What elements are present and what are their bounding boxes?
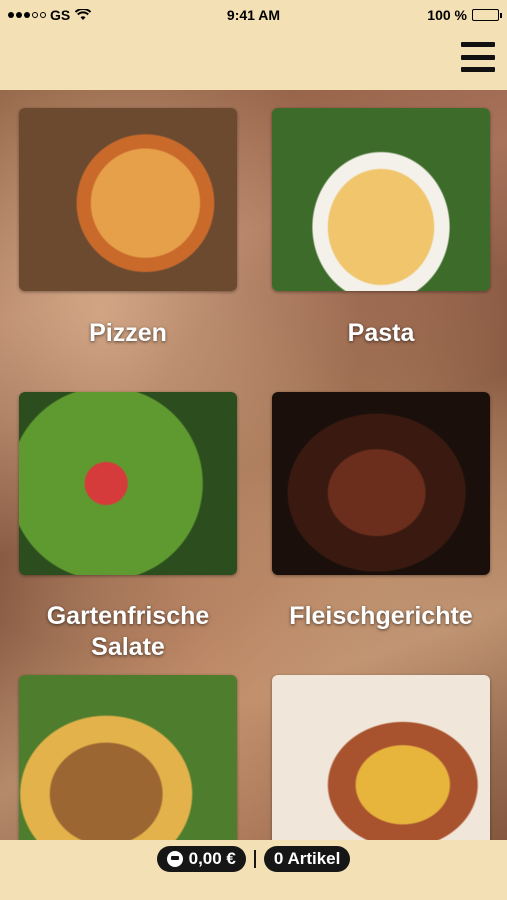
category-grid: Pizzen Pasta Gartenfrische Salate Fleisc… bbox=[0, 90, 507, 840]
category-label[interactable]: Pasta bbox=[272, 318, 490, 349]
category-tile-pasta[interactable]: Pasta bbox=[272, 108, 490, 349]
cart-total-button[interactable]: 0,00 € bbox=[156, 846, 246, 872]
status-bar: GS 9:41 AM 100 % bbox=[0, 0, 507, 30]
category-label[interactable]: Pizzen bbox=[19, 318, 237, 349]
category-tile-salate[interactable]: Gartenfrische Salate bbox=[19, 392, 237, 663]
pizza-photo[interactable] bbox=[19, 108, 237, 291]
category-tile-kebab[interactable] bbox=[19, 675, 237, 840]
status-right: 100 % bbox=[427, 7, 502, 23]
battery-percent: 100 % bbox=[427, 7, 467, 23]
divider bbox=[253, 850, 256, 868]
cart-bar: 0,00 € 0 Artikel bbox=[0, 840, 507, 900]
category-tile-fleischgerichte[interactable]: Fleischgerichte bbox=[272, 392, 490, 632]
tacos-photo[interactable] bbox=[272, 675, 490, 840]
battery-icon bbox=[472, 9, 502, 21]
category-tile-tacos[interactable] bbox=[272, 675, 490, 840]
cart-icon bbox=[166, 851, 183, 867]
category-label[interactable]: Gartenfrische Salate bbox=[19, 601, 237, 663]
nav-bar bbox=[0, 30, 507, 90]
steak-photo[interactable] bbox=[272, 392, 490, 575]
kebab-fries-photo[interactable] bbox=[19, 675, 237, 840]
category-tile-pizzen[interactable]: Pizzen bbox=[19, 108, 237, 349]
cart-summary: 0,00 € 0 Artikel bbox=[0, 846, 507, 872]
cart-item-count: 0 Artikel bbox=[273, 849, 341, 868]
category-label[interactable]: Fleischgerichte bbox=[272, 601, 490, 632]
pasta-photo[interactable] bbox=[272, 108, 490, 291]
hamburger-icon[interactable] bbox=[461, 42, 495, 72]
salad-photo[interactable] bbox=[19, 392, 237, 575]
cart-items-button[interactable]: 0 Artikel bbox=[263, 846, 351, 872]
cart-total: 0,00 € bbox=[188, 849, 236, 868]
